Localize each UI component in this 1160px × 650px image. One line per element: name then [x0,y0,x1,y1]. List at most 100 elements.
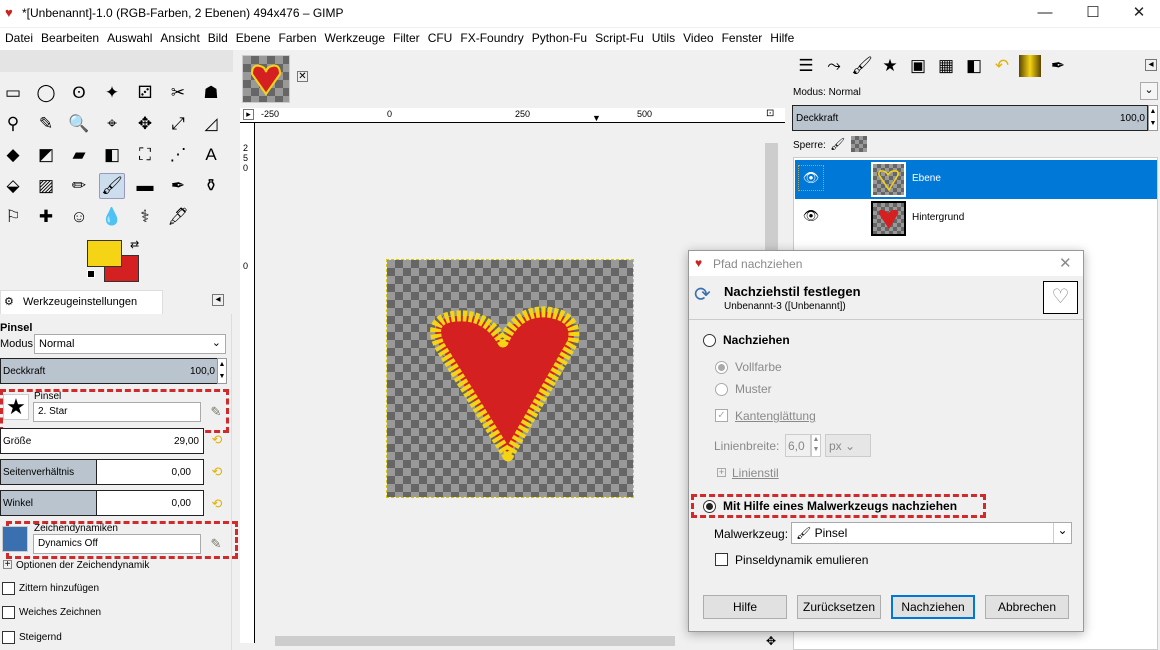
tool-icon-1-4[interactable]: ✥ [132,111,158,137]
lock-alpha-icon[interactable] [851,136,867,152]
cancel-button[interactable]: Abbrechen [985,595,1069,619]
tab-colorpicker-icon[interactable]: ✒ [1044,52,1072,80]
zoom-icon[interactable]: ⊡ [766,108,774,119]
tool-icon-2-1[interactable]: ◩ [33,142,59,168]
tool-icon-0-4[interactable]: ⚂ [132,80,158,106]
line-width-input[interactable]: 6,0 [785,434,811,457]
menu-cfu[interactable]: CFU [426,28,459,50]
image-tab-thumbnail[interactable] [242,55,290,103]
layer-row-hintergrund[interactable]: 👁 Hintergrund [795,199,1157,238]
lock-pixels-icon[interactable]: 🖌 [830,137,845,151]
tool-icon-2-4[interactable]: ⛶ [132,142,158,168]
paint-tool-dropdown[interactable]: 🖌 Pinsel ⌄ [791,522,1072,544]
tool-icon-4-4[interactable]: ⚕ [132,204,158,230]
mode-select[interactable]: Normal ⌄ [34,334,226,354]
emulate-dynamics-checkbox[interactable] [715,553,728,566]
image-tab-close-icon[interactable]: ✕ [297,71,308,82]
foreground-color[interactable] [87,240,122,267]
reset-aspect-icon[interactable]: ⟲ [209,464,225,480]
menu-ansicht[interactable]: Ansicht [158,28,205,50]
horizontal-scrollbar[interactable] [255,634,765,648]
tool-icon-1-1[interactable]: ✎ [33,111,59,137]
tab-gradients-icon[interactable] [1016,52,1044,80]
tool-icon-3-1[interactable]: ▨ [33,173,59,199]
menu-fx-foundry[interactable]: FX-Foundry [458,28,529,50]
menu-fenster[interactable]: Fenster [720,28,769,50]
edit-brush-icon[interactable]: ✎ [208,404,224,420]
line-style-expander[interactable]: Linienstil [732,466,779,480]
antialias-checkbox[interactable]: ✓ [715,409,728,422]
dock-menu-icon[interactable]: ◂ [1145,59,1157,71]
tool-icon-0-1[interactable]: ◯ [33,80,59,106]
tab-layers-icon[interactable]: ☰ [792,52,820,80]
menu-bild[interactable]: Bild [206,28,234,50]
menu-video[interactable]: Video [681,28,719,50]
size-slider[interactable]: Größe 29,00 [0,428,204,454]
tool-icon-3-0[interactable]: ⬙ [0,173,26,199]
tool-icon-2-3[interactable]: ◧ [99,142,125,168]
brush-field[interactable]: 2. Star [33,402,201,422]
menu-werkzeuge[interactable]: Werkzeuge [323,28,391,50]
aspect-slider[interactable]: Seitenverhältnis 0,00 [0,459,204,485]
tool-icon-4-0[interactable]: ⚐ [0,204,26,230]
angle-slider[interactable]: Winkel 0,00 [0,490,204,516]
menu-script-fu[interactable]: Script-Fu [593,28,650,50]
tool-icon-0-2[interactable]: ʘ [66,80,92,106]
smooth-checkbox[interactable] [2,606,15,619]
menu-hilfe[interactable]: Hilfe [768,28,800,50]
swap-colors-icon[interactable]: ⇄ [130,238,139,251]
stroke-button[interactable]: Nachziehen [891,595,975,619]
help-button[interactable]: Hilfe [703,595,787,619]
solid-color-radio[interactable] [715,361,728,374]
dynamics-field[interactable]: Dynamics Off [33,534,201,554]
tool-icon-0-3[interactable]: ✦ [99,80,125,106]
tool-icon-0-0[interactable]: ▭ [0,80,26,106]
visibility-eye-icon[interactable]: 👁 [798,165,824,191]
tool-icon-4-2[interactable]: ☺ [66,204,92,230]
tab-brushes-icon[interactable]: 🖌 [848,52,876,80]
navigate-move-icon[interactable]: ✥ [766,634,776,648]
opacity-slider[interactable]: Deckkraft 100,0 [0,358,218,384]
layers-opacity-slider[interactable]: Deckkraft 100,0 [792,105,1148,131]
maximize-button[interactable]: ☐ [1070,0,1116,27]
layers-mode-dropdown[interactable]: ⌄ [1140,82,1158,100]
menu-bearbeiten[interactable]: Bearbeiten [39,28,105,50]
stroke-line-radio[interactable] [703,334,716,347]
dialog-close-icon[interactable]: ✕ [1059,254,1072,272]
expand-icon[interactable]: + [3,560,12,570]
menu-farben[interactable]: Farben [277,28,323,50]
tool-icon-2-2[interactable]: ▰ [66,142,92,168]
tab-brush-star-icon[interactable]: ★ [876,52,904,80]
menu-auswahl[interactable]: Auswahl [105,28,158,50]
tool-icon-3-3[interactable]: 🖌 [99,173,125,199]
menu-datei[interactable]: Datei [3,28,39,50]
tool-icon-2-5[interactable]: ⋰ [165,142,191,168]
tab-undo-icon[interactable]: ↶ [988,52,1016,80]
jitter-checkbox[interactable] [2,582,15,595]
tool-icon-1-6[interactable]: ◿ [198,111,224,137]
tool-icon-3-5[interactable]: ✒ [165,173,191,199]
tool-icon-1-3[interactable]: ⌖ [99,111,125,137]
minimize-button[interactable]: — [1022,0,1068,27]
menu-utils[interactable]: Utils [650,28,681,50]
tab-images-icon[interactable]: ▣ [904,52,932,80]
tool-icon-3-6[interactable]: ⚱ [198,173,224,199]
edit-dynamics-icon[interactable]: ✎ [208,536,224,552]
visibility-eye-icon[interactable]: 👁 [798,204,824,230]
menu-python-fu[interactable]: Python-Fu [530,28,593,50]
reset-button[interactable]: Zurücksetzen [797,595,881,619]
tool-icon-1-5[interactable]: ⤢ [165,111,191,137]
dynamics-icon[interactable] [2,526,28,552]
tab-palettes-icon[interactable]: ◧ [960,52,988,80]
tool-icon-4-5[interactable]: 🖋 [165,204,191,230]
pattern-radio[interactable] [715,383,728,396]
tool-icon-3-2[interactable]: ✏ [66,173,92,199]
tool-icon-4-1[interactable]: ✚ [33,204,59,230]
navigate-icon[interactable]: ▸ [243,109,254,120]
default-colors-icon[interactable] [87,270,95,278]
tab-patterns-icon[interactable]: ▦ [932,52,960,80]
tool-icon-1-2[interactable]: 🔍 [66,111,92,137]
layer-row-ebene[interactable]: 👁 Ebene [795,160,1157,199]
expand-icon[interactable]: + [717,468,726,477]
tab-paths-icon[interactable]: ⤳ [820,52,848,80]
